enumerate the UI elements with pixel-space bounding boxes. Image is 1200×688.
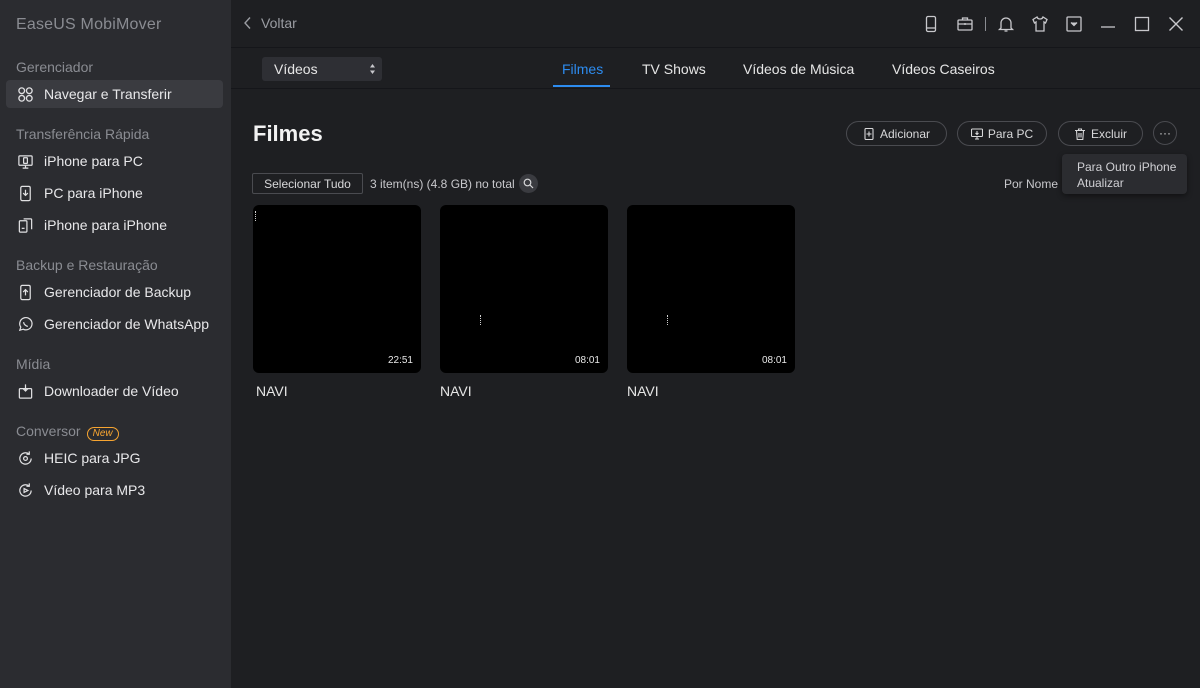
sidebar-item-heic-jpg[interactable]: HEIC para JPG	[6, 444, 223, 472]
select-arrows-icon	[370, 64, 375, 74]
to-pc-button[interactable]: Para PC	[957, 121, 1047, 146]
new-badge: New	[86, 427, 119, 441]
sidebar-item-pc-para-iphone[interactable]: PC para iPhone	[6, 179, 223, 207]
video-title[interactable]: NAVI	[627, 383, 659, 399]
category-select[interactable]: Vídeos	[262, 57, 382, 81]
active-tab-indicator	[553, 85, 610, 87]
download-icon	[16, 382, 34, 400]
section-label-midia: Mídia	[16, 356, 51, 372]
sidebar: EaseUS MobiMover Gerenciador Navegar e T…	[0, 0, 231, 688]
sidebar-item-label: Gerenciador de Backup	[44, 284, 192, 300]
tab-filmes[interactable]: Filmes	[562, 61, 603, 77]
search-icon	[523, 178, 534, 189]
app-title: EaseUS MobiMover	[16, 16, 162, 33]
section-label-backup: Backup e Restauração	[16, 257, 158, 273]
shirt-icon[interactable]	[1030, 14, 1050, 34]
sidebar-item-iphone-para-pc[interactable]: iPhone para PC	[6, 147, 223, 175]
back-button[interactable]: Voltar	[243, 15, 297, 31]
video-thumbnail[interactable]: 08:01	[440, 205, 608, 373]
video-duration: 08:01	[574, 355, 600, 366]
window-controls	[907, 14, 1186, 34]
trash-icon	[1074, 127, 1085, 140]
phone-to-pc-icon	[16, 152, 34, 170]
sidebar-item-gerenciador-backup[interactable]: Gerenciador de Backup	[6, 278, 223, 306]
device-icon[interactable]	[921, 14, 941, 34]
menu-dropdown-icon[interactable]	[1064, 14, 1084, 34]
item-count: 3 item(ns) (4.8 GB) no total	[370, 177, 515, 191]
toolbox-icon[interactable]	[955, 14, 975, 34]
backup-icon	[16, 283, 34, 301]
sidebar-item-label: Gerenciador de WhatsApp	[44, 316, 209, 332]
sidebar-item-gerenciador-whatsapp[interactable]: Gerenciador de WhatsApp	[6, 310, 223, 338]
thumbnail-artifact	[480, 315, 484, 325]
convert-audio-icon	[16, 481, 34, 499]
pc-to-phone-icon	[16, 184, 34, 202]
menu-item-para-outro-iphone[interactable]: Para Outro iPhone	[1077, 159, 1187, 175]
maximize-icon[interactable]	[1132, 14, 1152, 34]
sidebar-item-navegar[interactable]: Navegar e Transferir	[6, 80, 223, 108]
sidebar-item-label: PC para iPhone	[44, 185, 143, 201]
select-all-button[interactable]: Selecionar Tudo	[252, 173, 363, 194]
phone-to-phone-icon	[16, 216, 34, 234]
title-bar: Voltar	[231, 0, 1200, 48]
sidebar-item-label: Downloader de Vídeo	[44, 383, 179, 399]
thumbnail-artifact	[255, 211, 259, 221]
sidebar-item-downloader-video[interactable]: Downloader de Vídeo	[6, 377, 223, 405]
delete-button[interactable]: Excluir	[1058, 121, 1143, 146]
video-title[interactable]: NAVI	[256, 383, 288, 399]
sidebar-item-label: Navegar e Transferir	[44, 86, 172, 102]
close-icon[interactable]	[1166, 14, 1186, 34]
tab-videos-musica[interactable]: Vídeos de Música	[743, 61, 854, 77]
category-bar: Vídeos Filmes TV Shows Vídeos de Música …	[231, 48, 1200, 89]
section-label-gerenciador: Gerenciador	[16, 59, 94, 75]
more-button[interactable]: ···	[1153, 121, 1177, 145]
add-file-icon	[864, 127, 874, 140]
category-select-value: Vídeos	[274, 61, 318, 77]
video-duration: 08:01	[761, 355, 787, 366]
chevron-left-icon	[244, 17, 251, 29]
sort-by-name[interactable]: Por Nome	[1004, 177, 1058, 191]
menu-item-atualizar[interactable]: Atualizar	[1077, 175, 1187, 191]
whatsapp-icon	[16, 315, 34, 333]
page-title: Filmes	[253, 121, 323, 146]
tab-tv-shows[interactable]: TV Shows	[642, 61, 706, 77]
video-thumbnail[interactable]: 22:51	[253, 205, 421, 373]
video-title[interactable]: NAVI	[440, 383, 472, 399]
divider	[985, 17, 986, 31]
tab-videos-caseiros[interactable]: Vídeos Caseiros	[892, 61, 995, 77]
sidebar-item-label: Vídeo para MP3	[44, 482, 146, 498]
convert-image-icon	[16, 449, 34, 467]
sidebar-item-label: iPhone para iPhone	[44, 217, 167, 233]
bell-icon[interactable]	[996, 14, 1016, 34]
search-button[interactable]	[519, 174, 538, 193]
video-thumbnail[interactable]: 08:01	[627, 205, 795, 373]
thumbnail-artifact	[667, 315, 671, 325]
delete-button-label: Excluir	[1090, 126, 1127, 141]
add-button[interactable]: Adicionar	[846, 121, 947, 146]
computer-icon	[970, 127, 983, 140]
grid-icon	[16, 85, 34, 103]
more-dropdown-menu: Para Outro iPhone Atualizar	[1062, 154, 1187, 194]
section-label-transferencia: Transferência Rápida	[16, 126, 150, 142]
section-label-conversor: Conversor New	[16, 423, 119, 441]
back-label: Voltar	[261, 15, 297, 31]
add-button-label: Adicionar	[879, 126, 931, 141]
minimize-icon[interactable]	[1098, 14, 1118, 34]
sidebar-item-video-mp3[interactable]: Vídeo para MP3	[6, 476, 223, 504]
sidebar-item-label: HEIC para JPG	[44, 450, 141, 466]
to-pc-button-label: Para PC	[987, 126, 1034, 141]
sidebar-item-label: iPhone para PC	[44, 153, 143, 169]
video-duration: 22:51	[387, 355, 413, 366]
sidebar-item-iphone-para-iphone[interactable]: iPhone para iPhone	[6, 211, 223, 239]
section-label-text: Conversor	[16, 423, 81, 439]
